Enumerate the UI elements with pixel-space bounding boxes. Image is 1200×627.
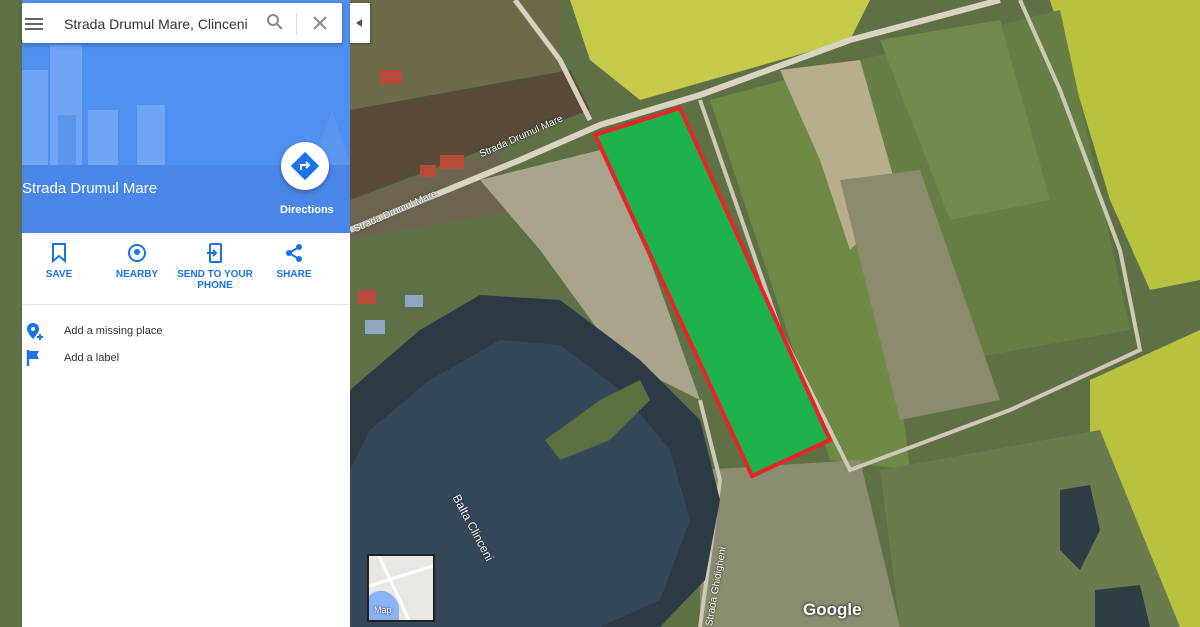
save-button[interactable]: SAVE	[19, 243, 99, 280]
search-input[interactable]: Strada Drumul Mare, Clinceni	[64, 16, 248, 32]
share-icon	[286, 244, 302, 262]
map-type-toggle[interactable]: Map	[367, 554, 435, 622]
save-label: SAVE	[45, 269, 73, 280]
search-icon[interactable]	[266, 13, 284, 31]
search-divider	[296, 13, 297, 35]
directions-label[interactable]: Directions	[280, 204, 334, 216]
menu-icon[interactable]	[25, 15, 43, 31]
search-box[interactable]: Strada Drumul Mare, Clinceni	[22, 3, 342, 43]
flag-icon	[26, 350, 39, 366]
google-logo: Google	[803, 600, 862, 619]
directions-button[interactable]	[281, 142, 329, 190]
share-button[interactable]: SHARE	[254, 243, 334, 280]
add-missing-place-label: Add a missing place	[64, 325, 163, 337]
send-to-phone-label: SEND TO YOUR PHONE	[177, 269, 253, 291]
divider	[22, 304, 350, 305]
send-to-phone-icon	[207, 243, 222, 263]
send-to-phone-button[interactable]: SEND TO YOUR PHONE	[175, 243, 255, 291]
collapse-panel-button[interactable]	[350, 3, 370, 43]
directions-icon	[290, 151, 320, 181]
nearby-button[interactable]: NEARBY	[97, 243, 177, 280]
minimap-label: Map	[374, 605, 392, 615]
place-panel: Strada Drumul Mare Directions Strada Dru…	[22, 0, 350, 627]
place-title: Strada Drumul Mare	[22, 180, 158, 197]
share-label: SHARE	[276, 269, 312, 280]
close-icon[interactable]	[311, 14, 329, 32]
add-missing-place-link[interactable]: Add a missing place	[22, 320, 350, 344]
bookmark-icon	[52, 243, 66, 263]
nearby-icon	[128, 244, 146, 262]
add-label-label: Add a label	[64, 352, 120, 364]
caret-left-icon	[356, 19, 362, 27]
add-place-icon	[27, 323, 43, 340]
nearby-label: NEARBY	[115, 269, 159, 280]
add-label-link[interactable]: Add a label	[22, 347, 350, 371]
